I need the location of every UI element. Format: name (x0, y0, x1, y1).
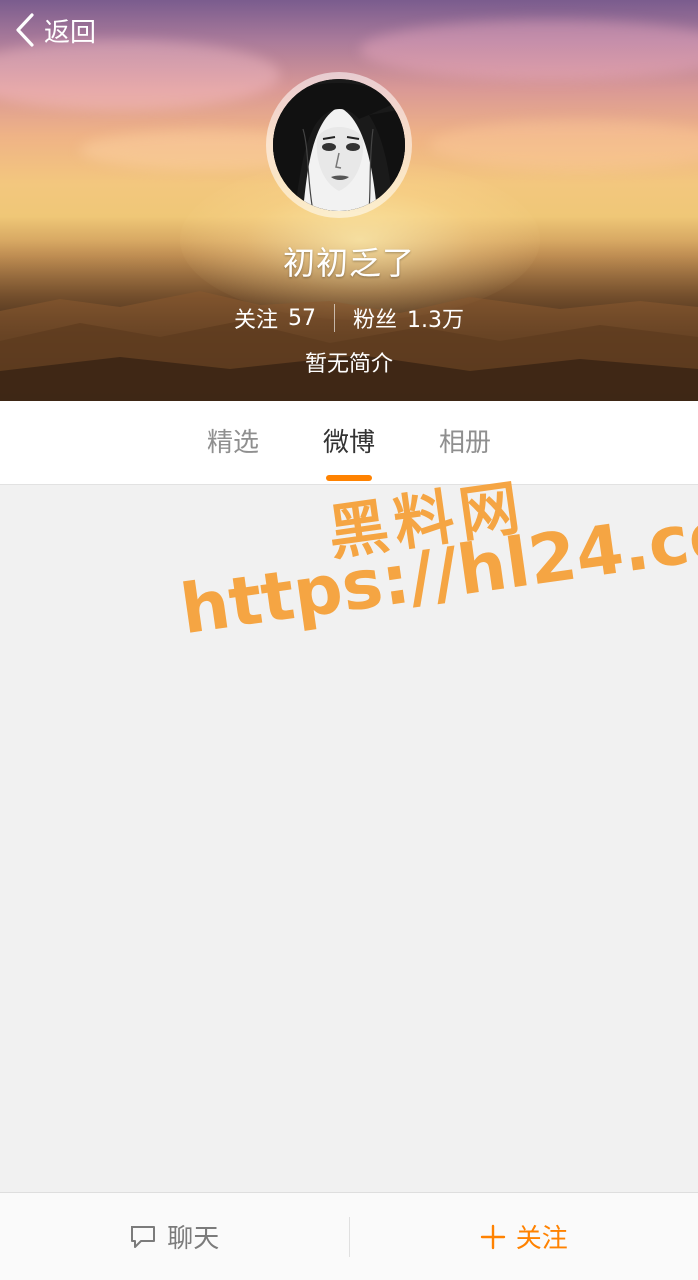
bottom-action-bar: 聊天 关注 (0, 1192, 698, 1280)
mountain-silhouette (0, 291, 698, 401)
profile-banner: 返回 初初乏了 关注 57 粉丝 1.3万 暂无简介 (0, 0, 698, 401)
tab-weibo[interactable]: 微博 (317, 422, 381, 481)
tab-label: 微博 (322, 428, 375, 458)
profile-tabs: 精选 微博 相册 (0, 401, 698, 485)
fans-stat[interactable]: 粉丝 1.3万 (353, 302, 464, 334)
tab-label: 相册 (439, 428, 492, 458)
follow-button[interactable]: 关注 (350, 1193, 698, 1280)
following-count: 57 (288, 305, 316, 331)
following-label: 关注 (233, 308, 278, 333)
profile-page: 返回 初初乏了 关注 57 粉丝 1.3万 暂无简介 精选 微博 相册 黑料网 … (0, 0, 698, 1280)
chat-button[interactable]: 聊天 (0, 1193, 349, 1280)
chevron-left-icon (16, 13, 34, 47)
avatar[interactable] (266, 72, 412, 218)
username: 初初乏了 (282, 244, 415, 282)
stats-divider (334, 304, 335, 332)
following-stat[interactable]: 关注 57 (234, 302, 316, 334)
follow-label: 关注 (515, 1224, 568, 1254)
fans-label: 粉丝 (353, 308, 398, 333)
tab-album[interactable]: 相册 (433, 422, 497, 459)
tab-label: 精选 (206, 428, 259, 458)
plus-icon (480, 1224, 505, 1249)
profile-bio: 暂无简介 (304, 352, 393, 377)
fans-count: 1.3万 (407, 308, 465, 333)
chat-label: 聊天 (167, 1224, 220, 1254)
profile-stats: 关注 57 粉丝 1.3万 (0, 302, 698, 334)
back-button[interactable]: 返回 (14, 10, 96, 50)
tab-featured[interactable]: 精选 (201, 422, 265, 459)
avatar-illustration (273, 79, 405, 211)
back-label: 返回 (44, 17, 97, 48)
chat-bubble-icon (131, 1225, 156, 1248)
